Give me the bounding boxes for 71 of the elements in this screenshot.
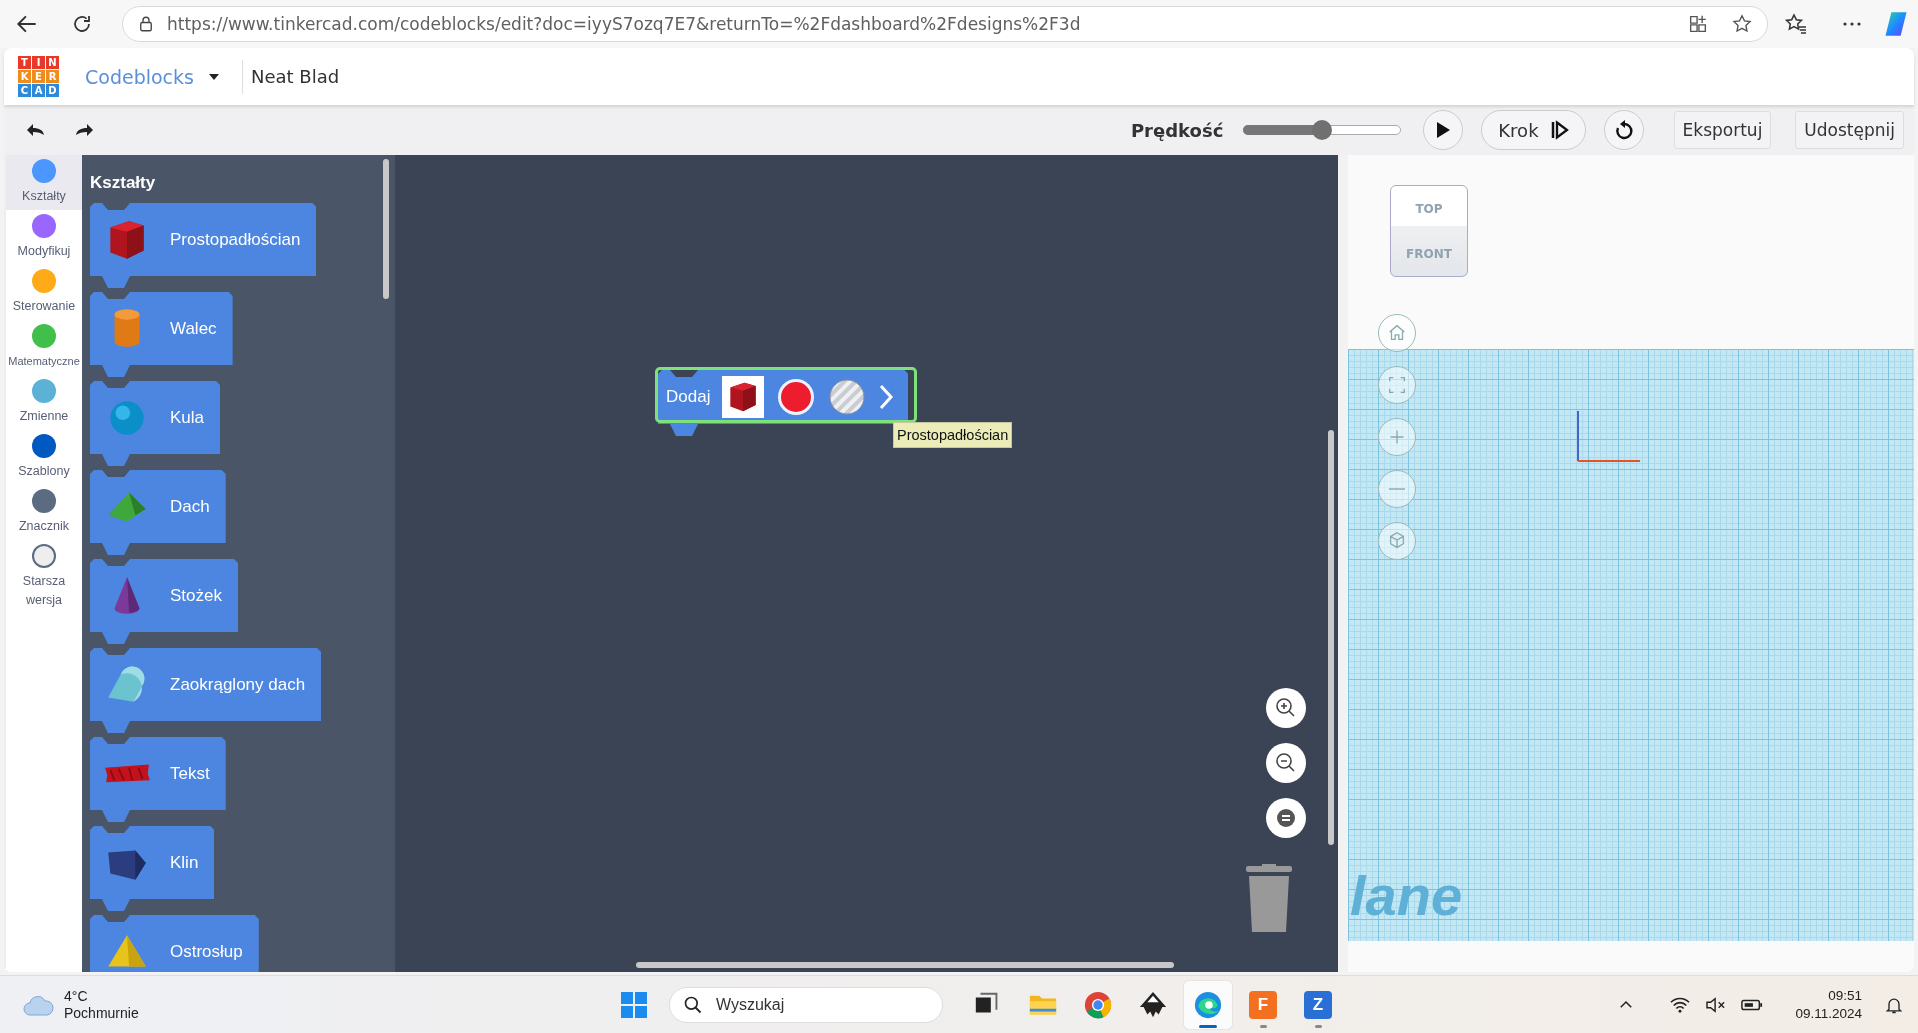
clock[interactable]: 09:51 09.11.2024 [1795,986,1862,1023]
play-button[interactable] [1423,110,1464,150]
speed-label: Prędkość [1130,119,1224,141]
trash-icon[interactable] [1244,864,1294,934]
category-item[interactable]: Zmienne [6,375,82,430]
temperature-text[interactable]: 4°C [64,987,139,1005]
shape-block[interactable]: Stożek [90,559,238,644]
weather-text[interactable]: Pochmurnie [64,1004,139,1022]
category-item[interactable]: Sterowanie [6,265,82,320]
redo-icon[interactable] [74,122,94,138]
logo[interactable]: T I N K E R C A D [18,56,59,97]
caret-icon [207,72,220,81]
undo-icon[interactable] [26,122,46,138]
category-item[interactable]: Szablony [6,430,82,485]
url-text: https://www.tinkercad.com/codeblocks/edit?doc=iyyS7ozq7E7&returnTo=%2Fdashboard%2Fdesigns%2F3d [167,14,1082,34]
favorites-icon[interactable] [1784,12,1808,36]
striped-hole-icon[interactable] [828,378,867,416]
step-icon [1550,120,1569,140]
address-bar[interactable]: https://www.tinkercad.com/codeblocks/edit?doc=iyyS7ozq7E7&returnTo=%2Fdashboard%2Fdesigns%2F3d [122,6,1768,42]
axes-icon [1576,411,1642,463]
category-item[interactable]: Matematyczne [6,320,82,375]
share-button[interactable]: Udostępnij [1795,111,1904,149]
shape-block[interactable]: Zaokrąglony dach [90,648,322,733]
shape-block[interactable]: Walec [90,292,233,377]
app-grid-icon[interactable] [1687,13,1709,35]
scrollbar[interactable] [1328,430,1334,845]
category-item[interactable]: Modyfikuj [6,210,82,265]
battery-icon[interactable] [1741,997,1764,1012]
palette-title: Kształty [90,173,156,193]
zoom-out-button[interactable] [1266,743,1306,783]
slider-thumb[interactable] [1312,120,1333,140]
speed-slider[interactable] [1243,119,1402,141]
edge-icon [1193,990,1223,1020]
windows-icon [620,991,648,1019]
chevron-icon[interactable] [878,384,895,410]
shape-picker[interactable] [722,376,765,418]
search-field[interactable]: Wyszukaj [669,987,943,1023]
z-app-icon: Z [1304,991,1332,1019]
play-icon [1435,121,1452,139]
wifi-icon[interactable] [1669,995,1692,1014]
shape-block[interactable]: Dach [90,470,226,555]
fit-frame-icon [1386,374,1408,396]
category-item[interactable]: Starsza wersja [6,540,82,614]
shape-block[interactable]: Klin [90,826,215,911]
tooltip: Prostopadłościan [893,422,1013,448]
color-swatch[interactable] [776,377,817,417]
star-icon[interactable] [1731,13,1753,35]
taskbar-app[interactable]: F [1239,981,1287,1029]
taskbar-app[interactable]: Z [1294,981,1342,1029]
lock-icon [137,15,155,33]
shape-block[interactable]: Kula [90,381,221,466]
equals-icon [1274,806,1298,830]
category-item[interactable]: Kształty [6,155,82,210]
scrollbar[interactable] [636,962,1174,968]
design-name[interactable]: Neat Blad [250,66,340,87]
category-item[interactable]: Znacznik [6,485,82,540]
step-button[interactable]: Krok [1481,110,1586,150]
minus-icon [1389,488,1405,490]
chrome-icon [1083,990,1113,1020]
reset-zoom-button[interactable] [1266,798,1306,838]
export-button[interactable]: Eksportuj [1673,111,1772,149]
search-icon [683,995,703,1015]
reset-button[interactable] [1603,110,1644,150]
zoom-in-button[interactable] [1266,688,1306,728]
shape-block[interactable]: Tekst [90,737,226,822]
reset-icon [1613,119,1634,141]
mode-dropdown[interactable]: Codeblocks [85,65,220,88]
fusion-icon: F [1249,991,1277,1019]
scrollbar[interactable] [383,159,389,299]
shape-block[interactable]: Prostopadłościan [90,203,317,288]
shape-block[interactable]: Ostrosłup [90,915,259,972]
